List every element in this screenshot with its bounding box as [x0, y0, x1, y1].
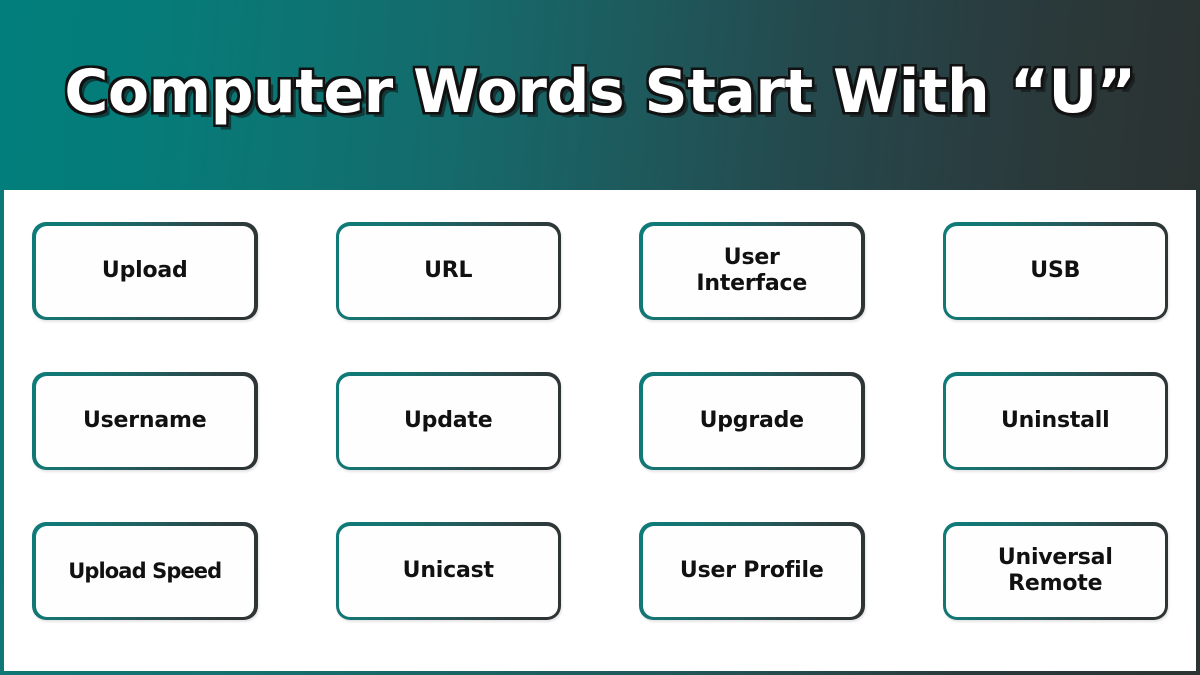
infographic-poster: Computer Words Start With “U” Upload URL U… [0, 0, 1200, 675]
word-grid-area: Upload URL User Interface USB Username Update… [4, 190, 1196, 671]
word-card-inner: User Interface [642, 225, 861, 317]
word-card-inner: Upgrade [642, 375, 861, 467]
word-card-inner: Uninstall [946, 375, 1165, 467]
word-card[interactable]: Update [335, 372, 561, 470]
poster-header: Computer Words Start With “U” [0, 0, 1200, 190]
word-card-inner: Unicast [339, 525, 558, 617]
word-card[interactable]: Universal Remote [942, 522, 1168, 620]
word-card[interactable]: USB [942, 222, 1168, 320]
word-card-inner: USB [946, 225, 1165, 317]
word-card-inner: Upload [35, 225, 254, 317]
word-card[interactable]: Username [32, 372, 258, 470]
word-card[interactable]: Upgrade [639, 372, 865, 470]
poster-frame-inner: Computer Words Start With “U” Upload URL U… [0, 0, 1200, 671]
word-card-label: User Profile [679, 558, 824, 584]
word-card-label: Uninstall [1001, 408, 1110, 434]
word-card-inner: URL [339, 225, 558, 317]
word-card-label: URL [424, 258, 473, 284]
word-card-label: USB [1030, 258, 1081, 284]
word-grid: Upload URL User Interface USB Username Update… [32, 222, 1168, 635]
word-card[interactable]: URL [335, 222, 561, 320]
word-card-inner: User Profile [642, 525, 861, 617]
word-card-label: Username [83, 408, 207, 434]
word-card[interactable]: Unicast [335, 522, 561, 620]
word-card-inner: Upload Speed [35, 525, 254, 617]
word-card[interactable]: Upload Speed [32, 522, 258, 620]
word-card-label: Upload Speed [68, 558, 222, 583]
word-card-label: Universal Remote [997, 545, 1113, 596]
word-card-inner: Universal Remote [946, 525, 1165, 617]
word-card-label: Upgrade [699, 408, 805, 434]
word-card-label: Unicast [402, 558, 494, 584]
page-title: Computer Words Start With “U” [64, 57, 1136, 127]
word-card-label: Upload [101, 258, 188, 284]
word-card-inner: Update [339, 375, 558, 467]
word-card-label: User Interface [696, 245, 808, 296]
word-card[interactable]: User Profile [639, 522, 865, 620]
word-card[interactable]: Upload [32, 222, 258, 320]
word-card-inner: Username [35, 375, 254, 467]
word-card[interactable]: User Interface [639, 222, 865, 320]
word-card-label: Update [404, 408, 493, 434]
word-card[interactable]: Uninstall [942, 372, 1168, 470]
